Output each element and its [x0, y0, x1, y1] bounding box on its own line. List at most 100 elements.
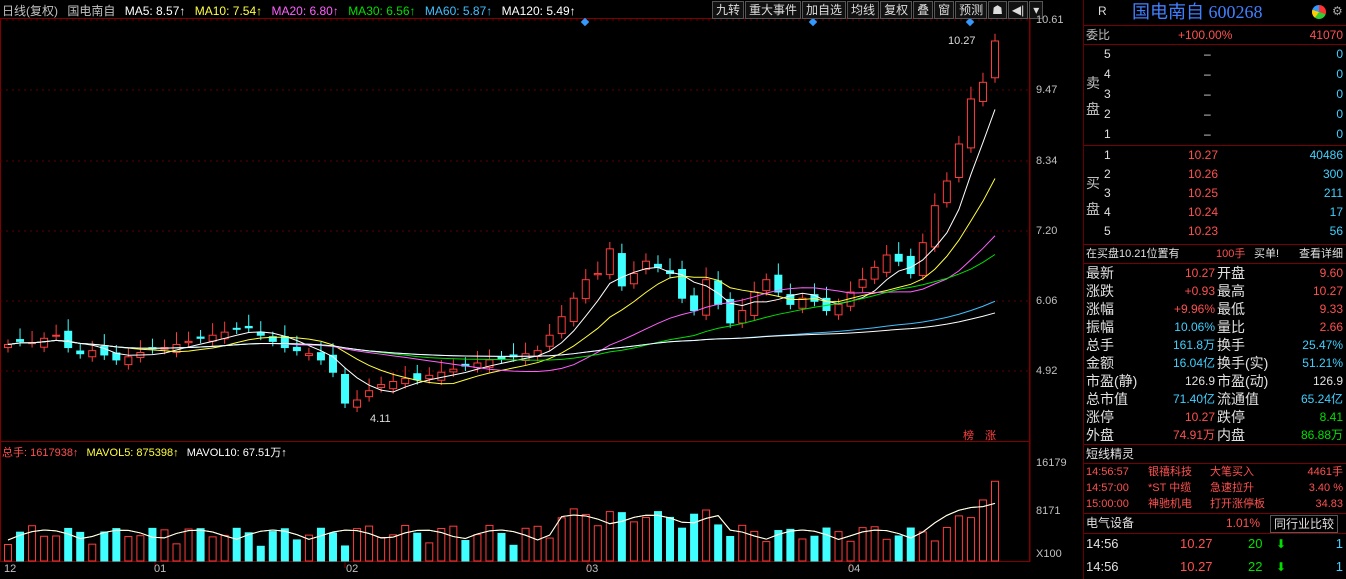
window-button[interactable]: 窗: [934, 1, 955, 19]
wb-label: 委比: [1086, 28, 1111, 42]
bid-volume: 300: [1322, 167, 1343, 181]
sector-name[interactable]: 电气设备: [1086, 514, 1134, 532]
ask-price: –: [1204, 47, 1211, 61]
candle-body: [714, 280, 723, 305]
gear-icon[interactable]: ⚙: [1332, 2, 1343, 20]
candle-body: [762, 279, 771, 292]
volume-bar: [208, 536, 217, 562]
sprite-title[interactable]: 短线精灵: [1084, 445, 1346, 463]
volume-unit: X100: [1036, 548, 1062, 560]
volume-bar: [160, 529, 169, 562]
candle-body: [16, 339, 25, 342]
stat-row: 涨跌 +0.93 最高 10.27: [1084, 282, 1346, 300]
stat-value: 10.27: [1184, 410, 1215, 424]
wb-row: 委比 +100.00% 41070: [1084, 26, 1346, 44]
ma-button[interactable]: 均线: [847, 1, 880, 19]
candle-body: [88, 350, 97, 358]
kline-type[interactable]: 日线(复权): [2, 4, 58, 18]
volume-bar: [220, 534, 229, 562]
candle-body: [401, 377, 410, 385]
tick-price: 10.27: [1180, 536, 1213, 551]
volume-bar: [918, 531, 927, 562]
stock-name: 国电南自: [67, 4, 116, 18]
stat-value: 16.04亿: [1172, 356, 1215, 370]
ask-price: –: [1204, 127, 1211, 141]
volume-bar: [906, 527, 915, 562]
volume-bar: [52, 535, 61, 562]
candle-body: [304, 353, 313, 357]
level-num: 1: [1104, 148, 1111, 162]
volume-bar: [834, 531, 843, 562]
forecast-button[interactable]: 预测: [955, 1, 988, 19]
volume-bar: [822, 527, 831, 562]
month-label: 03: [586, 563, 599, 575]
candle-body: [244, 325, 253, 329]
pie-icon[interactable]: [1312, 5, 1326, 19]
expand-icon[interactable]: ◀|: [1007, 1, 1029, 19]
stat-value: 126.9: [1184, 374, 1215, 388]
overlay-button[interactable]: 叠: [913, 1, 934, 19]
ask-price: –: [1204, 107, 1211, 121]
candle-body: [991, 40, 999, 79]
event-marker-icon: [965, 17, 975, 27]
kline-svg[interactable]: [0, 0, 1082, 579]
quote-header: R 国电南自 600268 ⚙: [1084, 2, 1346, 24]
rank-badge[interactable]: 榜: [963, 427, 974, 443]
stat-label: 金额: [1086, 355, 1114, 371]
kline-chart-area[interactable]: 日线(复权) 国电南自 MA5: 8.57↑ MA10: 7.54↑ MA20:…: [0, 0, 1082, 579]
candle-body: [40, 337, 49, 348]
price-tick: 10.61: [1036, 14, 1064, 26]
detail-link[interactable]: 查看详细: [1299, 245, 1343, 263]
volume-bar: [533, 525, 542, 562]
tick-volume: 22: [1248, 559, 1263, 574]
month-label: 02: [346, 563, 359, 575]
peer-compare-button[interactable]: 同行业比较: [1270, 515, 1339, 533]
volume-bar: [545, 537, 554, 562]
price-tick: 7.20: [1036, 225, 1058, 237]
lock-icon[interactable]: ☗: [988, 1, 1007, 19]
add-watchlist-button[interactable]: 加自选: [802, 1, 847, 19]
mavol10-label: MAVOL10: 67.51万↑: [186, 447, 287, 459]
volume-tick: 16179: [1036, 457, 1067, 469]
down-arrow-icon: ⬇: [1276, 560, 1287, 574]
stat-label: 市盈(静): [1086, 373, 1138, 389]
sector-pct: 1.01%: [1226, 516, 1261, 530]
ask-volume: 0: [1336, 107, 1343, 121]
stat-label: 振幅: [1086, 319, 1114, 335]
month-label: 01: [154, 563, 167, 575]
ask-volume: 0: [1336, 67, 1343, 81]
ma60-label: MA60: 5.87↑: [424, 4, 493, 18]
sprite-row: 15:00:00 神驰机电 打开涨停板 34.83: [1084, 495, 1346, 513]
volume-bar: [100, 531, 109, 562]
quote-panel: R 国电南自 600268 ⚙ 委比 +100.00% 41070 卖 盘 5–…: [1083, 0, 1346, 579]
sector-row: 电气设备 1.01% 同行业比较: [1084, 514, 1346, 533]
price-pane-frame: [0, 18, 1030, 442]
volume-bar: [509, 544, 518, 562]
stat-row: 总手 161.8万 换手 25.47%: [1084, 336, 1346, 354]
tick-count: 1: [1335, 559, 1343, 574]
candle-body: [521, 353, 530, 361]
tick-time: 14:56: [1086, 559, 1119, 574]
candle-body: [497, 356, 506, 360]
ask-volume: 0: [1336, 127, 1343, 141]
major-event-button[interactable]: 重大事件: [745, 1, 802, 19]
volume-bar: [136, 535, 145, 562]
bid-note: 在买盘10.21位置有: [1086, 248, 1180, 260]
candle-body: [256, 331, 265, 336]
candle-body: [978, 81, 987, 102]
volume-bar: [738, 524, 747, 562]
limit-up-badge[interactable]: 涨: [985, 427, 996, 443]
candle-body: [316, 352, 325, 361]
stat-label: 最高: [1217, 283, 1245, 299]
volume-bar: [617, 512, 626, 562]
jiuzhuan-button[interactable]: 九转: [712, 1, 745, 19]
sprite-event: 打开涨停板: [1210, 498, 1265, 510]
stat-value: 65.24亿: [1300, 392, 1343, 406]
adjust-button[interactable]: 复权: [880, 1, 913, 19]
candle-body: [196, 336, 205, 339]
candle-body: [738, 310, 747, 324]
volume-bar: [521, 527, 530, 562]
chart-legend: 日线(复权) 国电南自 MA5: 8.57↑ MA10: 7.54↑ MA20:…: [2, 3, 582, 19]
stat-label: 换手(实): [1217, 355, 1269, 371]
candle-body: [858, 279, 867, 288]
